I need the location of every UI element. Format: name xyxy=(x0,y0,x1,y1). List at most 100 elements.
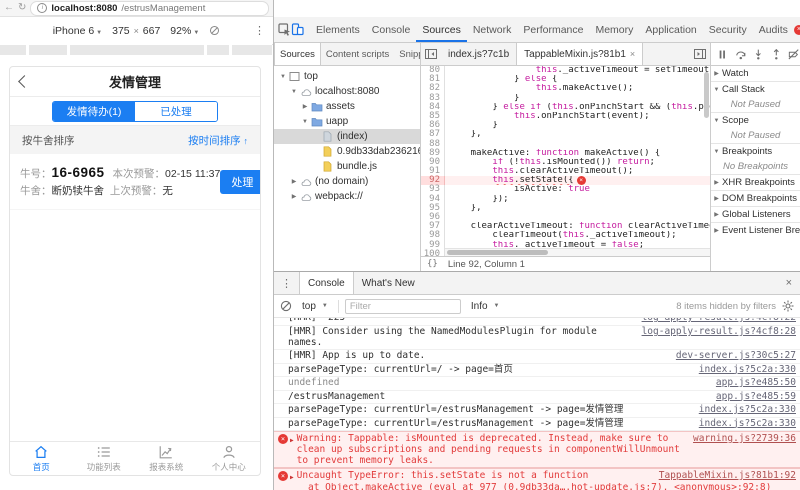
tab-security[interactable]: Security xyxy=(703,17,753,42)
expand-triangle-icon[interactable]: ▶ xyxy=(290,472,294,483)
show-sidebar-icon[interactable] xyxy=(690,43,710,65)
tree-collapsed-arrow[interactable]: ▶ xyxy=(300,103,310,110)
section-arrow[interactable]: ▼ xyxy=(711,87,722,93)
tree-item-0-9db33dab2362162904d8-hot-[interactable]: 0.9db33dab2362162904d8.hot- xyxy=(274,144,420,159)
clear-console-icon[interactable] xyxy=(280,300,292,312)
console-filter-input[interactable] xyxy=(344,298,461,314)
navtab-snippets[interactable]: Snippets xyxy=(394,43,420,65)
console-source-link[interactable]: index.js?5c2a:330 xyxy=(689,364,796,376)
code-line[interactable]: 96 xyxy=(421,212,710,223)
execution-context-select[interactable]: top ▼ xyxy=(298,301,332,312)
step-out-icon[interactable] xyxy=(771,48,782,60)
hide-navigator-icon[interactable] xyxy=(421,43,441,65)
viewport-size[interactable]: 375 × 667 xyxy=(112,25,160,37)
tab-memory[interactable]: Memory xyxy=(589,17,639,42)
code-line[interactable]: 98 clearTimeout(this._activeTimeout); xyxy=(421,231,710,241)
section-watch[interactable]: ▶ Watch xyxy=(711,66,800,81)
tab-sources[interactable]: Sources xyxy=(416,17,467,42)
code-line[interactable]: 93 isActive: true xyxy=(421,185,710,195)
console-source-link[interactable]: TappableMixin.js?81b1:92 xyxy=(649,470,796,481)
device-toolbar-toggle-icon[interactable] xyxy=(291,17,304,42)
console-settings-icon[interactable] xyxy=(782,300,794,312)
nav-item-home[interactable]: 首页 xyxy=(10,442,73,475)
device-toolbar-menu-icon[interactable]: ⋮ xyxy=(254,24,265,37)
console-source-link[interactable]: app.js?e485:50 xyxy=(706,377,796,389)
tab-application[interactable]: Application xyxy=(639,17,702,42)
tree-collapsed-arrow[interactable]: ▶ xyxy=(289,178,299,185)
tree-item-top[interactable]: ▼ top xyxy=(274,69,420,84)
drawer-close-icon[interactable]: × xyxy=(778,277,800,289)
editor-tab-tappablemixin.js[interactable]: TappableMixin.js?81b1 × xyxy=(516,43,644,65)
section-arrow[interactable]: ▶ xyxy=(711,195,722,202)
error-count-badge[interactable]: ×4 xyxy=(793,24,800,35)
code-line[interactable]: 89 makeActive: function makeActive() { xyxy=(421,148,710,158)
expand-triangle-icon[interactable]: ▶ xyxy=(290,435,294,446)
section-call-stack[interactable]: ▼ Call Stack xyxy=(711,81,800,97)
section-global-listeners[interactable]: ▶ Global Listeners xyxy=(711,206,800,222)
tree-item--no-domain-[interactable]: ▶ (no domain) xyxy=(274,174,420,189)
section-event-listener-breakpoints[interactable]: ▶Event Listener Breakpoints xyxy=(711,222,800,238)
code-area[interactable]: 80 this._activeTimeout = setTimeout(t 81 … xyxy=(421,66,710,256)
code-line[interactable]: 85 this.onPinchStart(event); xyxy=(421,111,710,122)
code-line[interactable]: 90 if (!this.isMounted()) return; xyxy=(421,157,710,168)
page-info-icon[interactable]: i xyxy=(37,3,48,13)
section-arrow[interactable]: ▼ xyxy=(711,149,722,155)
address-bar[interactable]: i localhost:8080/estrusManagement xyxy=(30,0,269,16)
code-line[interactable]: 91 this.clearActiveTimeout(); xyxy=(421,166,710,177)
tree-collapsed-arrow[interactable]: ▶ xyxy=(289,193,299,200)
stack-source-link[interactable]: 0.9db33da….hot-update.js:7 xyxy=(508,483,657,490)
navtab-content-scripts[interactable]: Content scripts xyxy=(321,43,394,65)
console-tab-what-s-new[interactable]: What's New xyxy=(354,272,423,294)
drawer-menu-icon[interactable]: ⋮ xyxy=(274,277,299,290)
log-level-select[interactable]: Info ▼ xyxy=(467,301,504,312)
pause-icon[interactable] xyxy=(717,49,728,60)
section-arrow[interactable]: ▶ xyxy=(711,227,722,234)
console-source-link[interactable]: index.js?5c2a:330 xyxy=(689,418,796,430)
editor-vertical-scrollbar[interactable] xyxy=(704,72,709,118)
tab-close-icon[interactable]: × xyxy=(630,49,635,59)
line-number[interactable]: 100 xyxy=(421,249,445,256)
step-over-icon[interactable] xyxy=(735,49,747,60)
code-line[interactable]: 88 xyxy=(421,139,710,149)
handle-button[interactable]: 处理 xyxy=(220,169,260,194)
code-line[interactable]: 95 }, xyxy=(421,203,710,213)
console-source-link[interactable]: warning.js?2739:36 xyxy=(683,433,796,444)
tree-item-bundle-js[interactable]: bundle.js xyxy=(274,159,420,174)
section-arrow[interactable]: ▶ xyxy=(711,70,722,77)
nav-item-list[interactable]: 功能列表 xyxy=(73,442,136,475)
tree-item-localhost-8080[interactable]: ▼ localhost:8080 xyxy=(274,84,420,99)
code-line[interactable]: 94 }); xyxy=(421,194,710,204)
section-arrow[interactable]: ▶ xyxy=(711,179,722,186)
tree-expanded-arrow[interactable]: ▼ xyxy=(300,119,310,125)
console-source-link[interactable]: dev-server.js?30c5:27 xyxy=(666,350,796,362)
console-source-link[interactable]: index.js?5c2a:330 xyxy=(689,404,796,416)
console-source-link[interactable]: app.js?e485:59 xyxy=(706,391,796,403)
sort-by-time[interactable]: 按时间排序 ↑ xyxy=(188,133,248,148)
tab-发情待办(1)[interactable]: 发情待办(1) xyxy=(53,101,135,121)
code-line[interactable]: 81 } else { xyxy=(421,74,710,85)
reload-icon[interactable]: ↻ xyxy=(18,3,26,13)
deactivate-breakpoints-icon[interactable] xyxy=(788,48,800,60)
sort-by-barn[interactable]: 按牛舍排序 xyxy=(22,133,75,148)
code-line[interactable]: 86 } xyxy=(421,120,710,131)
code-line[interactable]: 97 clearActiveTimeout: function clearAct… xyxy=(421,221,710,232)
tab-performance[interactable]: Performance xyxy=(517,17,589,42)
section-dom-breakpoints[interactable]: ▶ DOM Breakpoints xyxy=(711,190,800,206)
console-source-link[interactable]: log-apply-result.js?4cf8:28 xyxy=(632,326,796,338)
inspect-icon[interactable] xyxy=(278,17,291,42)
tab-console[interactable]: Console xyxy=(366,17,417,42)
code-line[interactable]: 87 }, xyxy=(421,130,710,140)
device-select[interactable]: iPhone 6 ▼ xyxy=(53,25,102,37)
section-arrow[interactable]: ▶ xyxy=(711,211,722,218)
tree-item-assets[interactable]: ▶ assets xyxy=(274,99,420,114)
nav-item-chart[interactable]: 报表系统 xyxy=(135,442,198,475)
tree-item-webpack-[interactable]: ▶ webpack:// xyxy=(274,189,420,204)
section-scope[interactable]: ▼ Scope xyxy=(711,112,800,128)
code-line[interactable]: 83 } xyxy=(421,93,710,103)
tab-elements[interactable]: Elements xyxy=(310,17,366,42)
navtab-sources[interactable]: Sources xyxy=(274,43,321,65)
tab-network[interactable]: Network xyxy=(467,17,518,42)
console-source-link[interactable]: log-apply-result.js?4cf8:22 xyxy=(632,318,796,324)
tab-已处理[interactable]: 已处理 xyxy=(135,101,217,121)
rotate-icon[interactable] xyxy=(209,25,220,36)
